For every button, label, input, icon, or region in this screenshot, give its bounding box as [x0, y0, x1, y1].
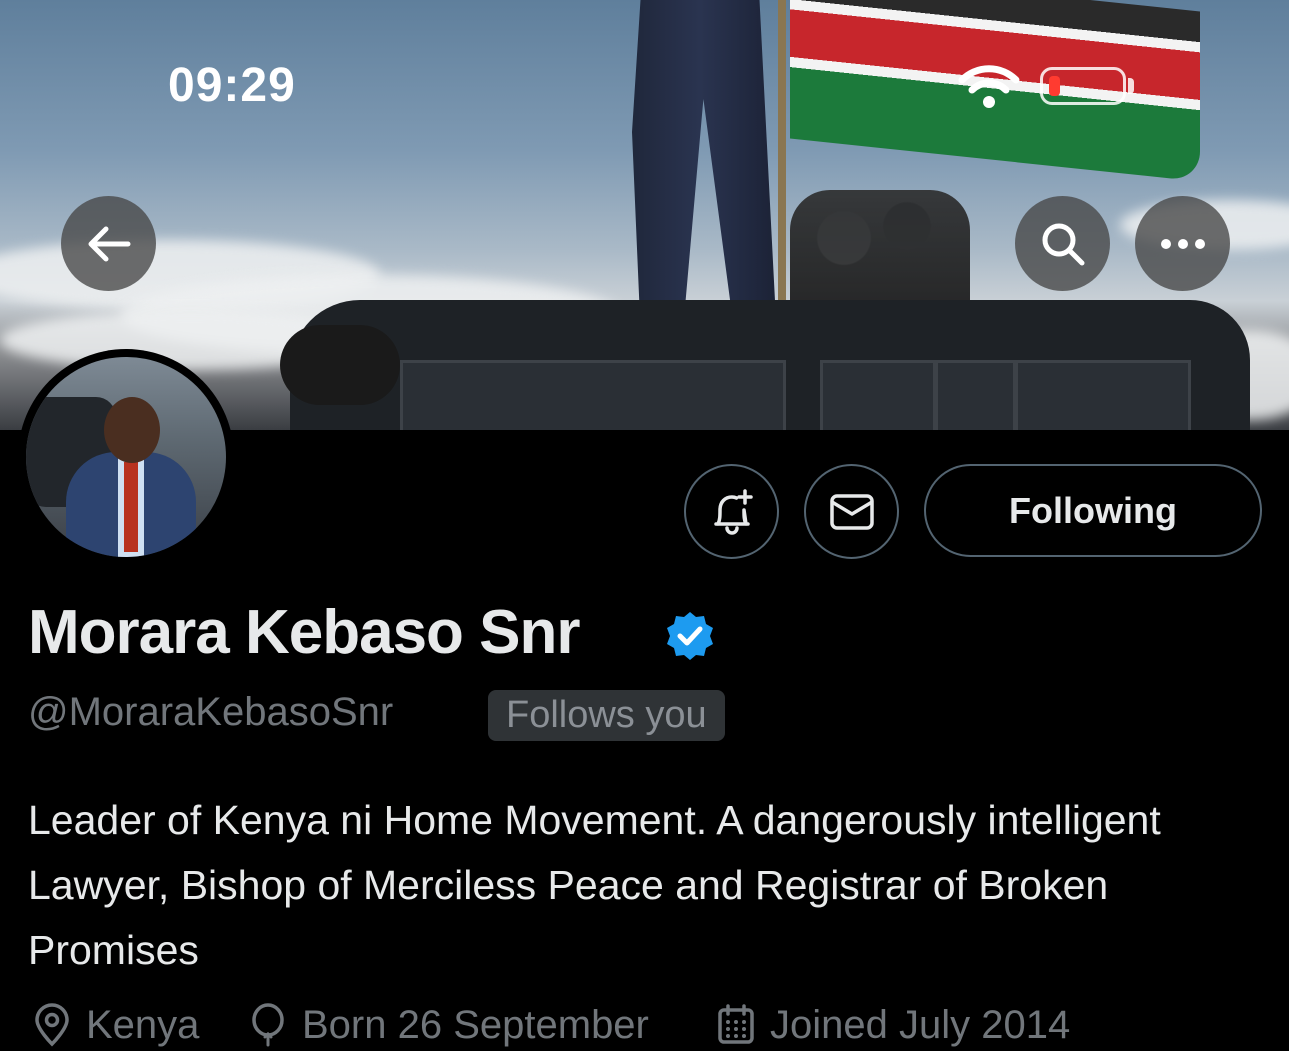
- calendar-icon: [718, 1004, 754, 1044]
- location-pin-icon: [35, 1003, 69, 1047]
- more-button[interactable]: [1135, 196, 1230, 291]
- location: Kenya: [32, 1000, 199, 1050]
- following-button[interactable]: Following: [924, 464, 1262, 557]
- verified-badge-icon: [667, 612, 713, 660]
- mail-icon: [829, 493, 874, 530]
- birthday: Born 26 September: [248, 1000, 649, 1050]
- bio: Leader of Kenya ni Home Movement. A dang…: [28, 797, 1161, 973]
- battery-icon: [1040, 67, 1126, 105]
- display-name: Morara Kebaso Snr: [28, 598, 581, 667]
- search-button[interactable]: [1015, 196, 1110, 291]
- joined-date: Joined July 2014: [716, 1000, 1070, 1050]
- handle: @MoraraKebasoSnr: [28, 690, 394, 734]
- status-time: 09:29: [168, 59, 296, 112]
- avatar[interactable]: [18, 349, 234, 565]
- search-icon: [1042, 223, 1084, 265]
- wifi-icon: [958, 65, 1020, 108]
- battery-tip: [1128, 78, 1134, 94]
- back-button[interactable]: [61, 196, 156, 291]
- location-label: Kenya: [86, 1002, 200, 1047]
- birthday-label: Born 26 September: [302, 1002, 649, 1047]
- arrow-left-icon: [88, 226, 130, 261]
- message-button[interactable]: [804, 464, 899, 559]
- notifications-button[interactable]: [684, 464, 779, 559]
- bell-plus-icon: [713, 488, 753, 535]
- follows-you-badge: Follows you: [488, 690, 725, 741]
- joined-label: Joined July 2014: [770, 1002, 1071, 1047]
- balloon-icon: [252, 1003, 284, 1047]
- more-horizontal-icon: [1160, 238, 1205, 249]
